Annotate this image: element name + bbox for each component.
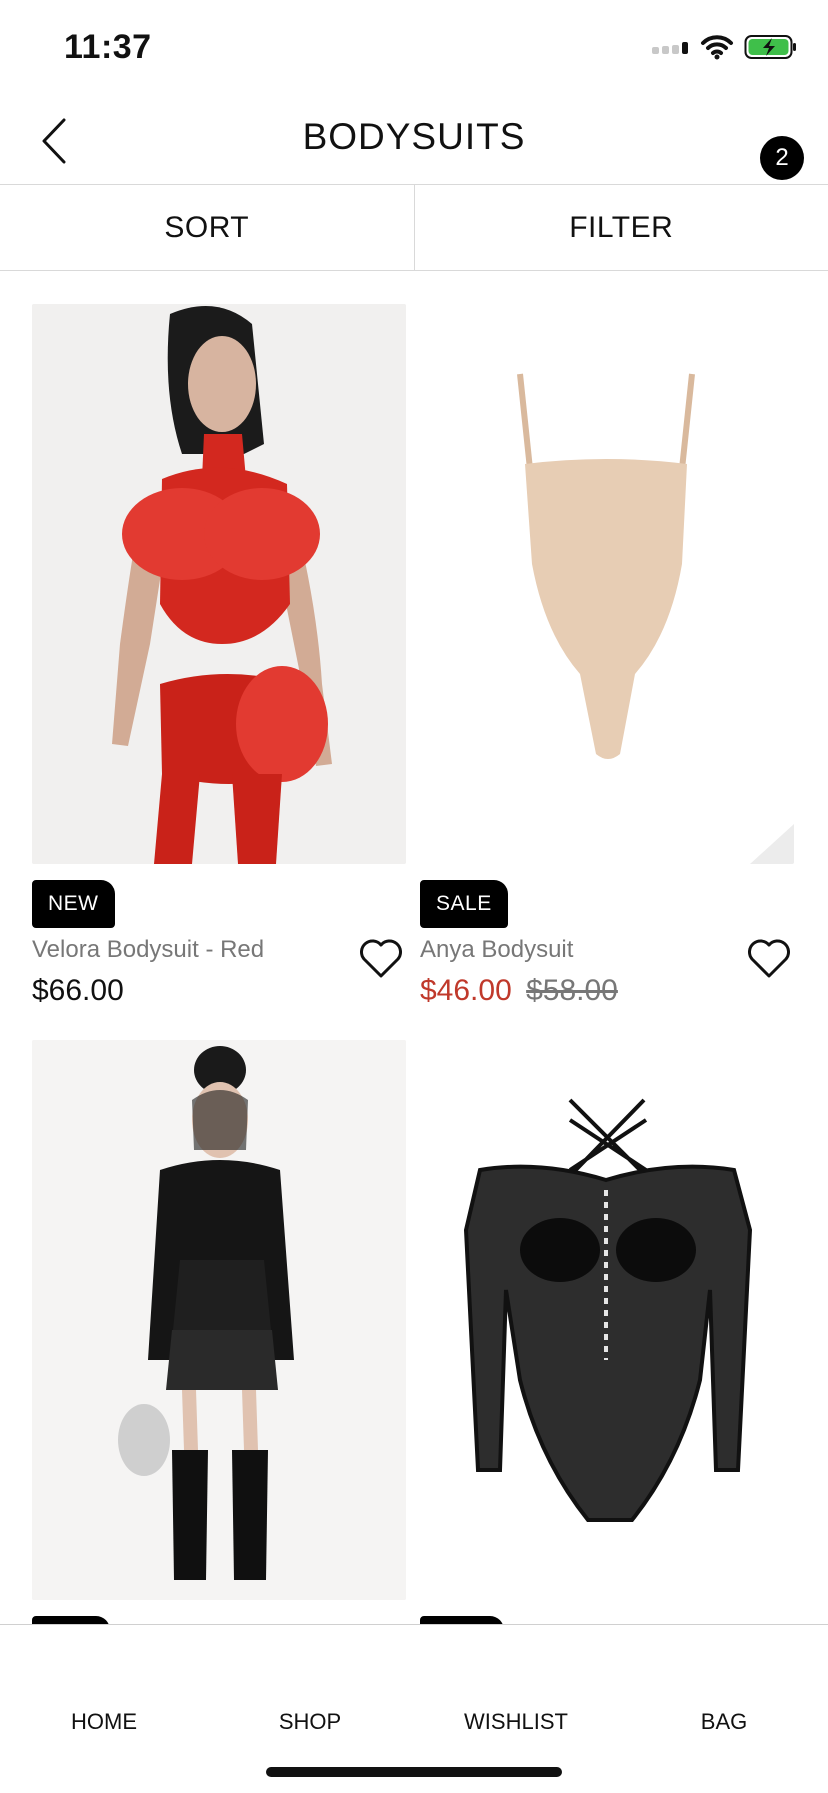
product-image[interactable] [420, 1040, 794, 1600]
status-icons [650, 34, 798, 60]
sale-price: $46.00 [420, 974, 512, 1007]
filter-button[interactable]: FILTER [415, 185, 828, 270]
sort-filter-toolbar: SORT FILTER [0, 185, 828, 271]
bag-count-badge[interactable]: 2 [760, 136, 804, 180]
nav-shop[interactable]: SHOP [220, 1709, 400, 1735]
heart-icon [746, 936, 792, 982]
nav-bag[interactable]: BAG [634, 1709, 814, 1735]
sort-button[interactable]: SORT [0, 185, 415, 270]
header: BODYSUITS 2 [0, 100, 828, 185]
page-title: BODYSUITS [0, 116, 828, 158]
product-price: $66.00 [32, 974, 124, 1008]
product-name[interactable]: Anya Bodysuit [420, 936, 573, 964]
status-time: 11:37 [64, 28, 152, 67]
nav-home[interactable]: HOME [14, 1709, 194, 1735]
battery-charging-icon [744, 34, 798, 60]
product-price: $46.00 $58.00 [420, 974, 618, 1008]
product-tag: SALE [420, 880, 508, 928]
wifi-icon [700, 34, 734, 60]
product-tag: NEW [32, 880, 115, 928]
cellular-signal-icon [650, 37, 690, 57]
home-indicator[interactable] [266, 1767, 562, 1777]
heart-icon [358, 936, 404, 982]
original-price: $58.00 [526, 974, 618, 1007]
nav-wishlist[interactable]: WISHLIST [426, 1709, 606, 1735]
product-image[interactable] [420, 304, 794, 864]
bottom-navigation: HOME SHOP WISHLIST BAG [0, 1624, 828, 1793]
product-image[interactable] [32, 1040, 406, 1600]
wishlist-button[interactable] [746, 936, 792, 982]
product-image[interactable] [32, 304, 406, 864]
product-name[interactable]: Velora Bodysuit - Red [32, 936, 264, 964]
wishlist-button[interactable] [358, 936, 404, 982]
status-bar: 11:37 [0, 0, 828, 100]
price-value: $66.00 [32, 974, 124, 1007]
